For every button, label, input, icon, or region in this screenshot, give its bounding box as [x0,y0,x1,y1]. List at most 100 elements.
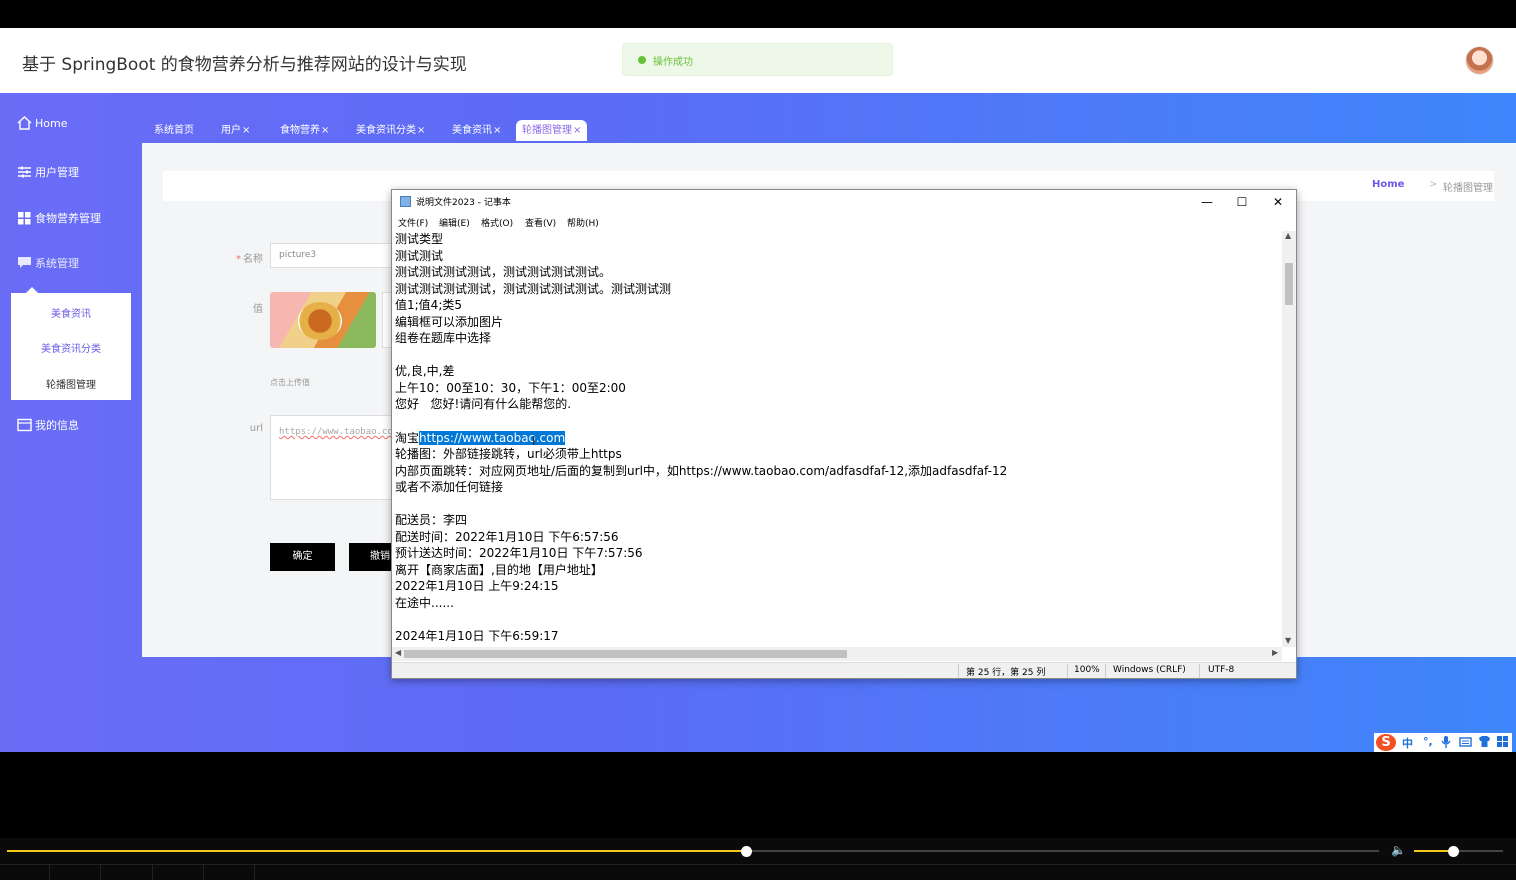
progress-played[interactable] [7,850,746,852]
sidebar-item-home[interactable]: Home [17,116,67,130]
notepad-title: 说明文件2023 - 记事本 [416,198,511,208]
text-line: 上午10：00至10：30，下午1：00至2:00 [395,380,626,395]
strip-divider [152,865,153,880]
vertical-scrollbar[interactable]: ▲ ▼ [1282,231,1296,647]
text-line: 测试测试测试测试，测试测试测试测试。 [395,265,612,280]
value-label: 值 [253,304,263,315]
tab-home[interactable]: 系统首页 [148,120,200,141]
text-line: 淘宝https://www.taobao.com [395,430,1283,447]
close-button[interactable]: ✕ [1260,192,1296,212]
strip-divider [203,865,204,880]
menu-format[interactable]: 格式(O) [481,216,513,229]
horizontal-scroll-thumb[interactable] [404,650,847,658]
close-icon[interactable]: × [573,125,581,136]
text-line: 优,良,中,差 [395,364,455,379]
submenu-item-food-news-category[interactable]: 美食资讯分类 [11,340,131,355]
home-icon [17,116,32,130]
close-icon[interactable]: × [321,125,329,136]
menu-help[interactable]: 帮助(H) [567,216,599,229]
skin-icon[interactable] [1478,735,1491,751]
sidebar-item-label: 我的信息 [35,419,79,432]
url-textarea[interactable]: https://www.taobao.com [270,415,394,500]
sogou-logo-icon[interactable]: S [1376,734,1396,751]
close-icon[interactable]: × [242,125,250,136]
sidebar-item-users[interactable]: 用户管理 [17,164,79,180]
status-divider [1105,664,1106,678]
sidebar-item-label: Home [35,116,68,130]
player-bottom-strip [0,864,1516,880]
sidebar-item-my-info[interactable]: 我的信息 [17,417,79,433]
tab-food-news[interactable]: 美食资讯× [446,120,507,141]
breadcrumb-current: 轮播图管理 [1443,183,1493,194]
text-cursor-icon: I [532,434,536,448]
maximize-button[interactable]: ☐ [1224,192,1260,212]
confirm-button[interactable]: 确定 [270,543,335,571]
name-input[interactable]: picture3 [270,243,400,268]
chat-icon [17,256,32,270]
sidebar-item-label: 食物营养管理 [35,212,101,225]
tab-users[interactable]: 用户× [215,120,256,141]
tab-carousel[interactable]: 轮播图管理× [516,120,588,141]
status-divider [1067,664,1068,678]
menu-view[interactable]: 查看(V) [525,216,556,229]
text-line: 组卷在题库中选择 [395,331,492,346]
breadcrumb-separator: > [1429,179,1438,190]
text-line: 测试测试测试测试，测试测试测试测试。测试测试测 [395,281,672,296]
grid-icon [17,211,32,225]
ime-punctuation-icon[interactable]: °, [1423,735,1433,748]
notepad-text-area[interactable]: 测试类型 测试测试 测试测试测试测试，测试测试测试测试。 测试测试测试测试，测试测试测… [395,231,1283,646]
text-line: 预计送达时间：2022年1月10日 下午7:57:56 [395,546,643,561]
toolbox-icon[interactable] [1496,735,1509,751]
progress-remaining[interactable] [746,850,1379,852]
microphone-icon[interactable] [1440,735,1452,752]
breadcrumb-home[interactable]: Home [1372,179,1404,190]
text-line [395,413,1283,430]
minimize-button[interactable]: — [1189,192,1225,212]
close-icon[interactable]: × [493,125,501,136]
horizontal-scrollbar[interactable]: ◀ ▶ [392,647,1282,661]
volume-remaining[interactable] [1453,850,1503,852]
status-divider [1199,664,1200,678]
scroll-up-icon[interactable]: ▲ [1285,231,1291,240]
tab-label: 美食资讯分类 [356,125,416,136]
notepad-window: 说明文件2023 - 记事本 — ☐ ✕ 文件(F) 编辑(E) 格式(O) 查… [391,189,1297,679]
menu-file[interactable]: 文件(F) [398,216,428,229]
keyboard-icon[interactable] [1459,735,1472,751]
tab-food-nutrition[interactable]: 食物营养× [274,120,335,141]
ime-chinese-mode[interactable]: 中 [1402,735,1413,751]
text-line: 轮播图：外部链接跳转，url必须带上https [395,447,622,462]
text-line [395,496,1283,513]
line-ending: Windows (CRLF) [1113,665,1186,675]
tab-food-news-category[interactable]: 美食资讯分类× [350,120,431,141]
sidebar-item-system[interactable]: 系统管理 [17,255,79,271]
scroll-right-icon[interactable]: ▶ [1272,648,1278,657]
toast-message: 操作成功 [653,57,693,68]
sliders-icon [17,165,32,179]
notepad-titlebar[interactable]: 说明文件2023 - 记事本 — ☐ ✕ [392,190,1296,212]
sidebar-item-label: 系统管理 [35,257,79,270]
user-avatar[interactable] [1465,46,1494,75]
strip-divider [49,865,50,880]
cancel-button[interactable]: 撤销 [349,543,394,571]
text-line [395,347,1283,364]
submenu-item-carousel[interactable]: 轮播图管理 [11,376,131,391]
sidebar-item-food-nutrition[interactable]: 食物营养管理 [17,210,101,226]
ime-toolbar: S 中 °, [1374,733,1512,752]
progress-knob[interactable] [741,846,752,857]
upload-tip: 点击上传值 [270,378,310,387]
submenu-item-food-news[interactable]: 美食资讯 [11,305,131,320]
close-icon[interactable]: × [417,125,425,136]
volume-knob[interactable] [1448,846,1459,857]
notepad-statusbar: 第 25 行，第 25 列 100% Windows (CRLF) UTF-8 [392,662,1296,678]
menu-edit[interactable]: 编辑(E) [439,216,470,229]
success-icon [638,56,646,64]
success-toast: 操作成功 [622,43,893,76]
scroll-left-icon[interactable]: ◀ [395,648,401,657]
scroll-down-icon[interactable]: ▼ [1285,636,1291,645]
app-header: 基于 SpringBoot 的食物营养分析与推荐网站的设计与实现 操作成功 [0,28,1516,93]
uploaded-image[interactable] [270,292,376,348]
volume-icon[interactable]: 🔈 [1391,843,1406,857]
required-marker: * [236,254,241,265]
text-line: 内部页面跳转：对应网页地址/后面的复制到url中，如https://www.ta… [395,463,1008,478]
vertical-scroll-thumb[interactable] [1285,263,1293,305]
